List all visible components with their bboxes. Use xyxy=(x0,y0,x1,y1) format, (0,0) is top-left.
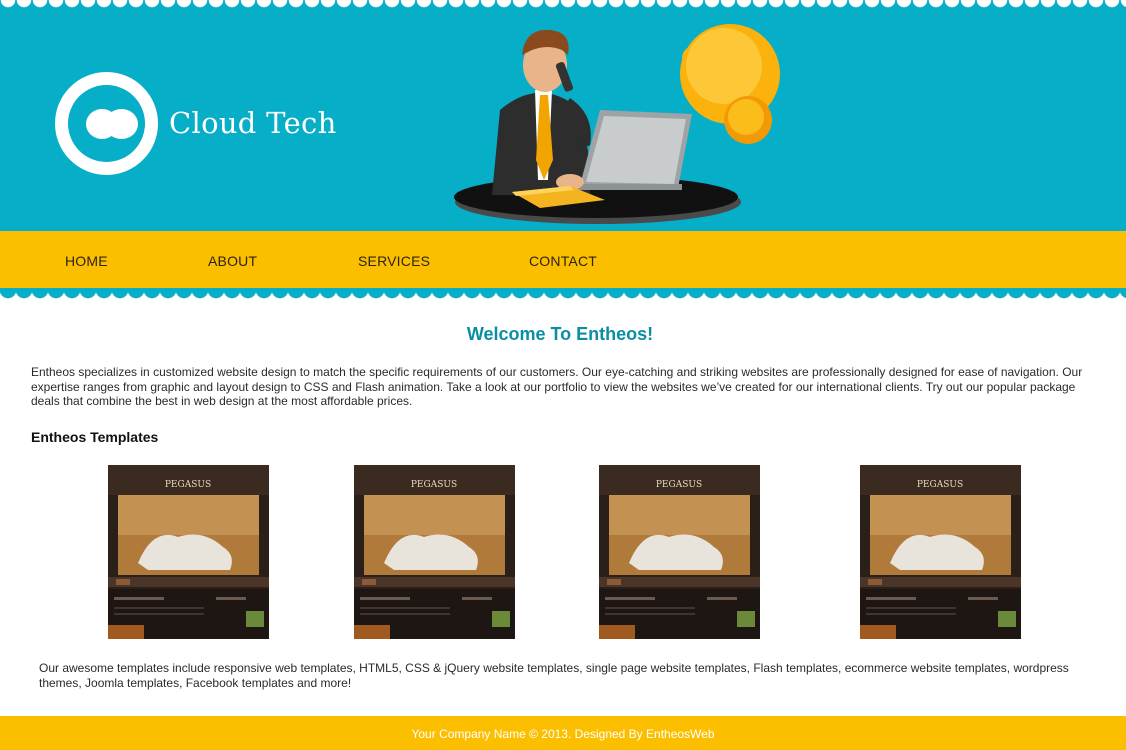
templates-heading: Entheos Templates xyxy=(31,429,159,445)
template-title: PEGASUS xyxy=(411,480,457,490)
template-title: PEGASUS xyxy=(165,480,211,490)
nav-scallop-border xyxy=(0,288,1126,300)
nav-about[interactable]: ABOUT xyxy=(208,253,257,269)
header-scallop-border xyxy=(0,0,1126,8)
footer-text: Your Company Name © 2013. Designed By En… xyxy=(411,727,715,741)
template-thumbnail-3[interactable]: PEGASUS xyxy=(599,465,760,639)
footer-copyright: Your Company Name © 2013. Designed By En… xyxy=(0,727,1126,741)
logo[interactable] xyxy=(55,72,158,175)
outro-paragraph: Our awesome templates include responsive… xyxy=(39,661,1069,690)
intro-paragraph: Entheos specializes in customized websit… xyxy=(31,365,1083,408)
welcome-title: Welcome To Entheos! xyxy=(466,324,654,344)
nav-home[interactable]: HOME xyxy=(65,253,108,269)
nav-contact[interactable]: CONTACT xyxy=(529,253,597,269)
template-preview-image: PEGASUS xyxy=(108,465,269,639)
template-thumbnail-4[interactable]: PEGASUS xyxy=(860,465,1021,639)
template-thumbnail-1[interactable]: PEGASUS xyxy=(108,465,269,639)
template-thumbnail-2[interactable]: PEGASUS xyxy=(354,465,515,639)
cloud-icon xyxy=(86,109,138,139)
brand-name[interactable]: Cloud Tech xyxy=(169,106,337,140)
businessman-laptop-illustration xyxy=(454,24,780,224)
site-footer: Your Company Name © 2013. Designed By En… xyxy=(0,716,1126,750)
template-preview-image: PEGASUS xyxy=(599,465,760,639)
nav-services[interactable]: SERVICES xyxy=(358,253,430,269)
site-header: Cloud Tech xyxy=(0,0,1126,231)
template-title: PEGASUS xyxy=(917,480,963,490)
template-preview-image: PEGASUS xyxy=(860,465,1021,639)
template-preview-image: PEGASUS xyxy=(354,465,515,639)
template-title: PEGASUS xyxy=(656,480,702,490)
main-navigation: HOME ABOUT SERVICES CONTACT xyxy=(0,231,1126,288)
